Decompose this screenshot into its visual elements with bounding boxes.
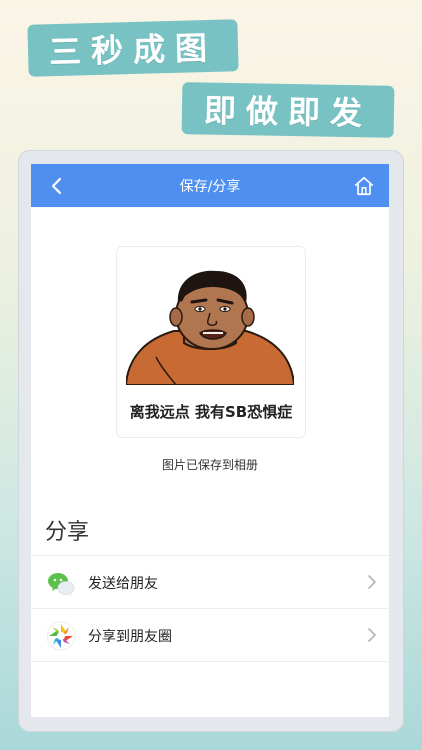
meme-card[interactable]: 离我远点 我有SB恐惧症 (116, 246, 306, 438)
share-section-title: 分享 (45, 520, 90, 545)
app-screen: 保存/分享 离我远点 我有SB恐惧症 图片已保存到相册 分享 发送给朋友 分享到… (31, 164, 389, 717)
moments-icon (46, 621, 76, 651)
share-to-friend-label: 发送给朋友 (88, 576, 158, 592)
meme-caption: 离我远点 我有SB恐惧症 (129, 403, 293, 421)
chevron-right-icon (368, 575, 376, 589)
page-title: 保存/分享 (179, 178, 241, 195)
back-icon[interactable] (45, 174, 69, 198)
share-to-friend-row[interactable]: 发送给朋友 (31, 555, 389, 608)
saved-message: 图片已保存到相册 (161, 458, 258, 472)
share-list: 发送给朋友 分享到朋友圈 (31, 555, 389, 662)
promo-banner-1-text: 三秒成图 (48, 28, 218, 72)
nav-bar: 保存/分享 (31, 164, 389, 207)
chevron-right-icon (368, 628, 376, 642)
promo-banner-2: 即做即发 (181, 82, 395, 138)
share-to-moments-row[interactable]: 分享到朋友圈 (31, 608, 389, 662)
promo-banner-2-text: 即做即发 (203, 91, 373, 133)
share-to-moments-label: 分享到朋友圈 (88, 629, 172, 645)
home-icon[interactable] (353, 175, 375, 197)
meme-image (126, 270, 294, 385)
wechat-icon (48, 573, 75, 596)
promo-banner-1: 三秒成图 (27, 19, 239, 77)
